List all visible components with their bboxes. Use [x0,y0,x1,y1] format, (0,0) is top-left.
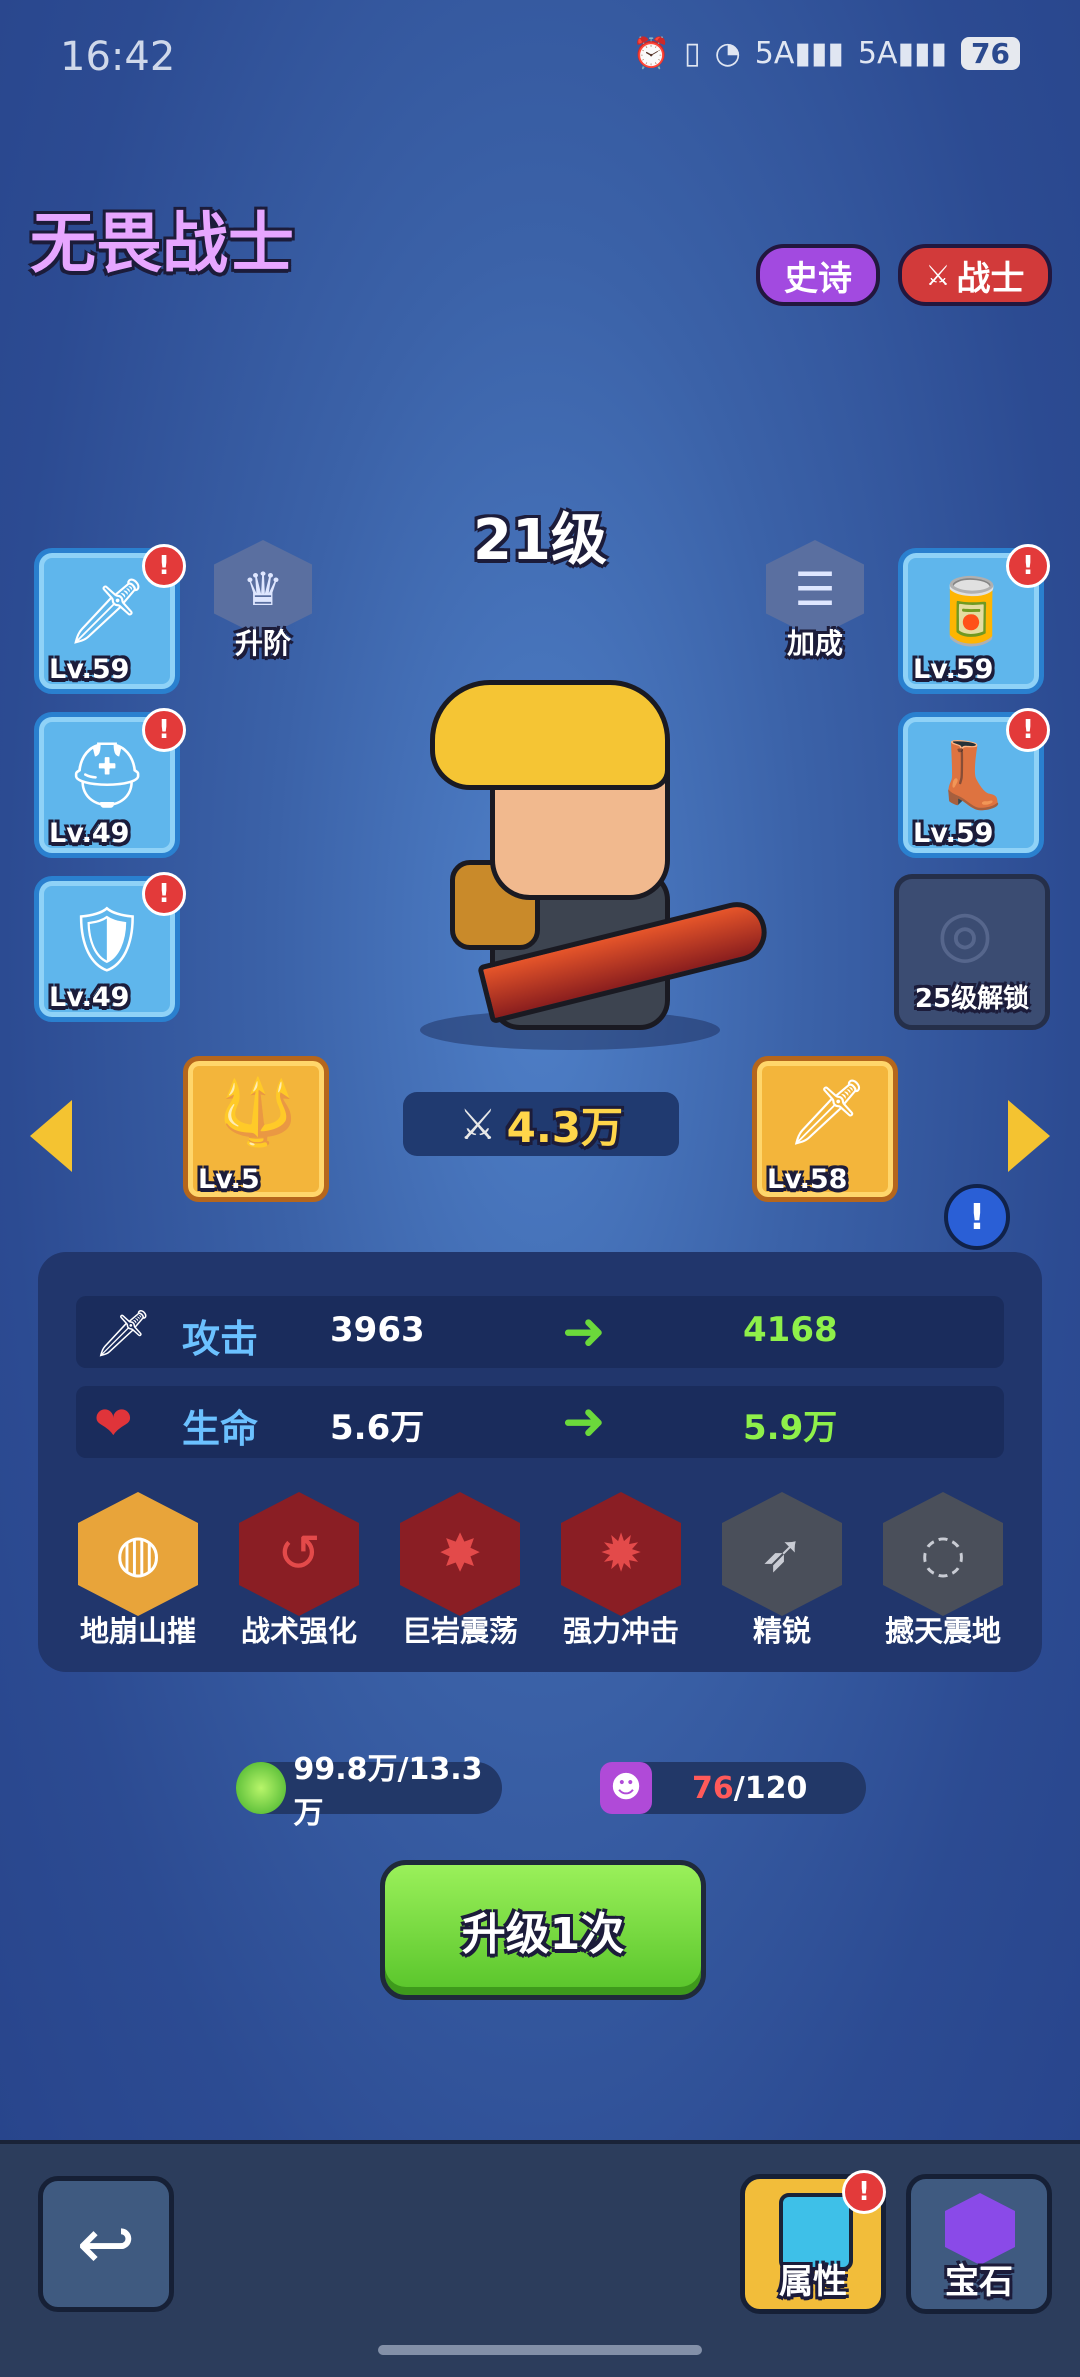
class-icon: ⚔ [925,258,951,292]
weapon-slot-right[interactable]: 🗡 Lv.58 [752,1056,898,1202]
prev-hero-arrow[interactable] [30,1100,72,1172]
wifi-icon: ◔ [714,36,741,71]
skill-icon[interactable]: ◍ [78,1492,198,1616]
hero-shard-icon: ☻ [600,1762,652,1814]
status-bar: 16:42 ⏰ ▯ ◔ 5A▮▮▮ 5A▮▮▮ 76 [60,30,1020,90]
crossed-swords-icon: ⚔ [458,1099,497,1149]
sword-icon: 🗡 [66,574,148,649]
shard-resource: ☻ 76/120 [600,1762,866,1814]
helmet-icon: ⛑ [66,738,148,813]
heart-icon: ❤ [94,1396,133,1450]
background [0,0,1080,2373]
hero-name: 无畏战士 [30,205,294,282]
weapon-slot-left[interactable]: 🔱 Lv.5 [183,1056,329,1202]
home-indicator[interactable] [378,2345,702,2355]
alert-icon: ! [842,2170,886,2214]
status-time: 16:42 [60,34,176,80]
signal-icon-1: 5A▮▮▮ [754,36,844,71]
advance-label: 升阶 [234,627,291,660]
power-value: 4.3万 [506,1102,624,1152]
gems-button[interactable]: 宝石 [906,2174,1052,2314]
stats-panel: 🗡 攻击 3963 ➜ 4168 ❤ 生命 5.6万 ➜ 5.9万 ◍ 地崩山摧… [38,1252,1042,1672]
alert-icon: ! [142,708,186,752]
sword-icon: 🗡 [94,1306,153,1360]
class-badge[interactable]: ⚔ 战士 [898,244,1052,306]
next-hero-arrow[interactable] [1008,1100,1050,1172]
power-display: ⚔ 4.3万 [403,1092,679,1156]
rarity-badge[interactable]: 史诗 [756,244,880,306]
alert-icon: ! [142,872,186,916]
exp-resource: 99.8万/13.3万 [236,1752,502,1831]
vibrate-icon: ▯ [684,36,701,71]
skill-icon[interactable]: ✸ [400,1492,520,1616]
exp-orb-icon [236,1762,286,1814]
hero-hair [430,680,670,790]
back-button[interactable]: ↩ [38,2176,174,2312]
skill-icon[interactable]: ➶ [722,1492,842,1616]
bonus-label: 加成 [786,627,843,660]
boots-icon: 👢 [931,738,1011,813]
locked-ring-slot[interactable]: ◎ 25级解锁 [894,874,1050,1030]
info-icon[interactable]: ! [944,1184,1010,1250]
locked-slot-label: 25级解锁 [914,984,1030,1014]
hero-character [380,680,773,1060]
armor-icon: 🛡 [66,902,148,977]
stat-row-health: ❤ 生命 5.6万 ➜ 5.9万 [76,1386,1004,1458]
signal-icon-2: 5A▮▮▮ [857,36,948,71]
claw-icon: 🔱 [218,1076,298,1150]
alert-icon: ! [1006,708,1050,752]
back-arrow-icon: ↩ [76,2203,136,2285]
alert-icon: ! [142,544,186,588]
alert-icon: ! [1006,544,1050,588]
arrow-right-icon: ➜ [562,1302,606,1362]
status-icons: ⏰ ▯ ◔ 5A▮▮▮ 5A▮▮▮ 76 [633,36,1020,71]
stat-row-attack: 🗡 攻击 3963 ➜ 4168 [76,1296,1004,1368]
battery-icon: 76 [961,37,1020,70]
arrow-right-icon: ➜ [562,1392,606,1452]
upgrade-button[interactable]: 升级1次 [380,1860,706,2000]
skill-icon[interactable]: ◌ [883,1492,1003,1616]
skill-icon[interactable]: ↺ [239,1492,359,1616]
alarm-icon: ⏰ [632,36,671,71]
bracer-icon: 🥫 [931,574,1011,649]
dagger-icon: 🗡 [787,1076,869,1150]
skill-icon[interactable]: ✹ [561,1492,681,1616]
ring-icon: ◎ [937,897,993,971]
